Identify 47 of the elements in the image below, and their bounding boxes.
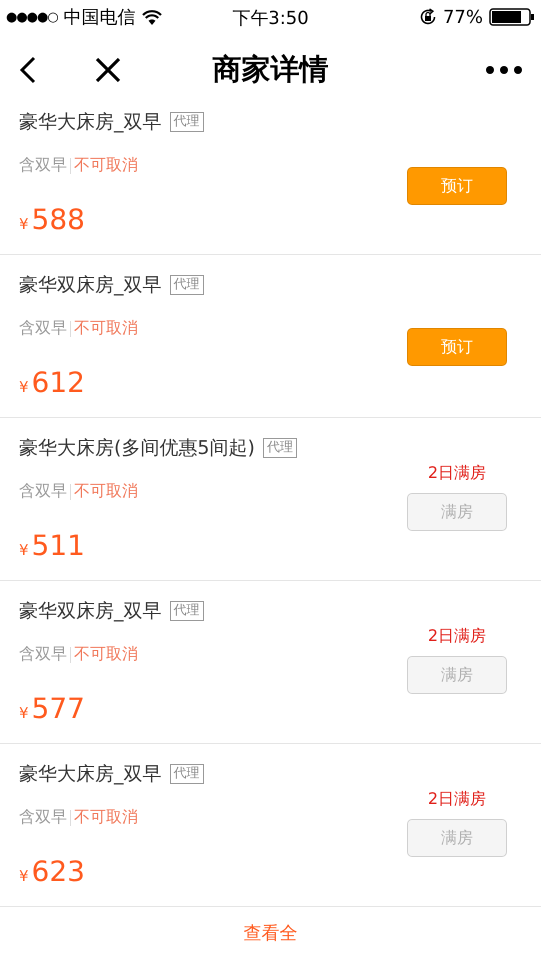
currency-sign: ¥ xyxy=(19,866,29,885)
carrier-name: 中国电信 xyxy=(64,6,136,29)
page-title: 商家详情 xyxy=(212,50,328,88)
agent-tag: 代理 xyxy=(170,112,204,132)
close-icon[interactable] xyxy=(94,56,122,84)
room-price: 623 xyxy=(32,854,85,888)
status-time: 下午3:50 xyxy=(232,7,309,30)
view-all-link[interactable]: 查看全 xyxy=(244,921,298,945)
cancel-policy: 不可取消 xyxy=(74,481,138,502)
sold-out-notice: 2日满房 xyxy=(428,463,486,483)
battery-icon xyxy=(489,8,535,26)
cancel-policy: 不可取消 xyxy=(74,155,138,176)
meal-info: 含双早 xyxy=(19,481,67,502)
room-price: 577 xyxy=(32,692,85,725)
agent-tag: 代理 xyxy=(170,274,204,295)
currency-sign: ¥ xyxy=(19,378,29,396)
agent-tag: 代理 xyxy=(262,438,297,458)
meal-info: 含双早 xyxy=(19,155,67,176)
wifi-icon xyxy=(142,10,162,24)
back-icon[interactable] xyxy=(18,54,38,84)
meal-info: 含双早 xyxy=(19,318,67,340)
room-price: 612 xyxy=(32,366,85,399)
currency-sign: ¥ xyxy=(19,214,29,233)
room-name: 豪华大床房(多间优惠5间起) xyxy=(19,436,255,461)
currency-sign: ¥ xyxy=(19,540,29,559)
room-name: 豪华大床房_双早 xyxy=(19,110,162,135)
signal-dots: ●●●●○ xyxy=(6,10,58,24)
cancel-policy: 不可取消 xyxy=(74,644,138,666)
meal-info: 含双早 xyxy=(19,807,67,828)
cancel-policy: 不可取消 xyxy=(74,807,138,828)
room-name: 豪华双床房_双早 xyxy=(19,598,162,624)
currency-sign: ¥ xyxy=(19,704,29,722)
room-price: 588 xyxy=(32,202,85,236)
room-name: 豪华双床房_双早 xyxy=(19,272,162,298)
meal-info: 含双早 xyxy=(19,644,67,666)
room-name: 豪华大床房_双早 xyxy=(19,762,162,787)
rotation-lock-icon xyxy=(418,8,437,26)
sold-out-notice: 2日满房 xyxy=(428,789,486,809)
more-icon[interactable] xyxy=(485,64,523,74)
sold-out-notice: 2日满房 xyxy=(428,626,486,646)
room-price: 511 xyxy=(32,528,85,562)
agent-tag: 代理 xyxy=(170,764,204,784)
agent-tag: 代理 xyxy=(170,600,204,621)
cancel-policy: 不可取消 xyxy=(74,318,138,340)
book-button[interactable]: 预订 xyxy=(407,328,507,366)
battery-percent: 77% xyxy=(442,6,483,28)
book-button[interactable]: 预订 xyxy=(407,167,507,205)
